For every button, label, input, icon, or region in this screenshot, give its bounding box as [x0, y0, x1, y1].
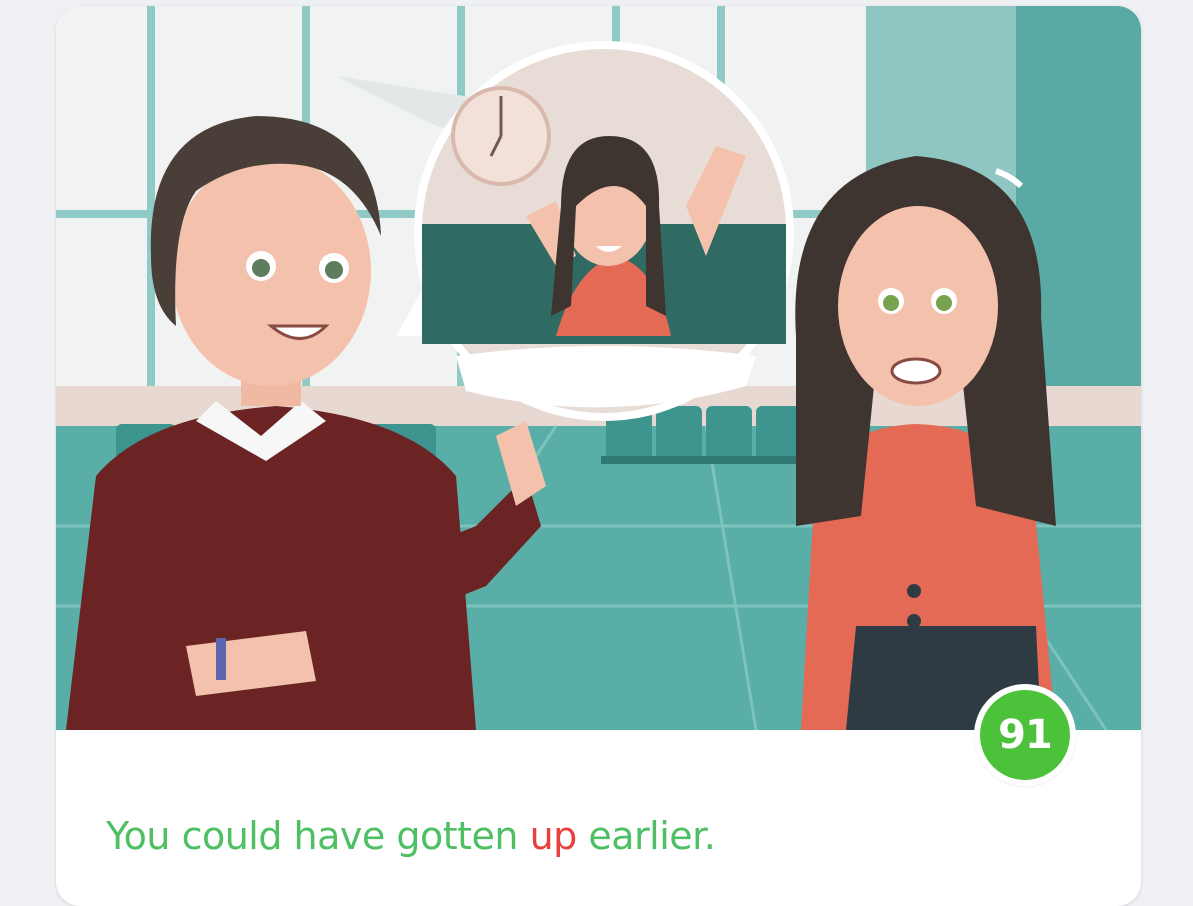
lesson-card: 91 You could have gotten up earlier.: [56, 6, 1141, 906]
scene-illustration: [56, 6, 1141, 730]
sentence-word-mispronounced[interactable]: up: [530, 814, 578, 858]
score-value: 91: [980, 690, 1070, 780]
score-badge: 91: [974, 684, 1076, 786]
sentence-part-correct-1: You could have gotten: [106, 814, 530, 858]
lesson-sentence: You could have gotten up earlier.: [106, 814, 716, 858]
sentence-part-correct-2: earlier.: [576, 814, 716, 858]
